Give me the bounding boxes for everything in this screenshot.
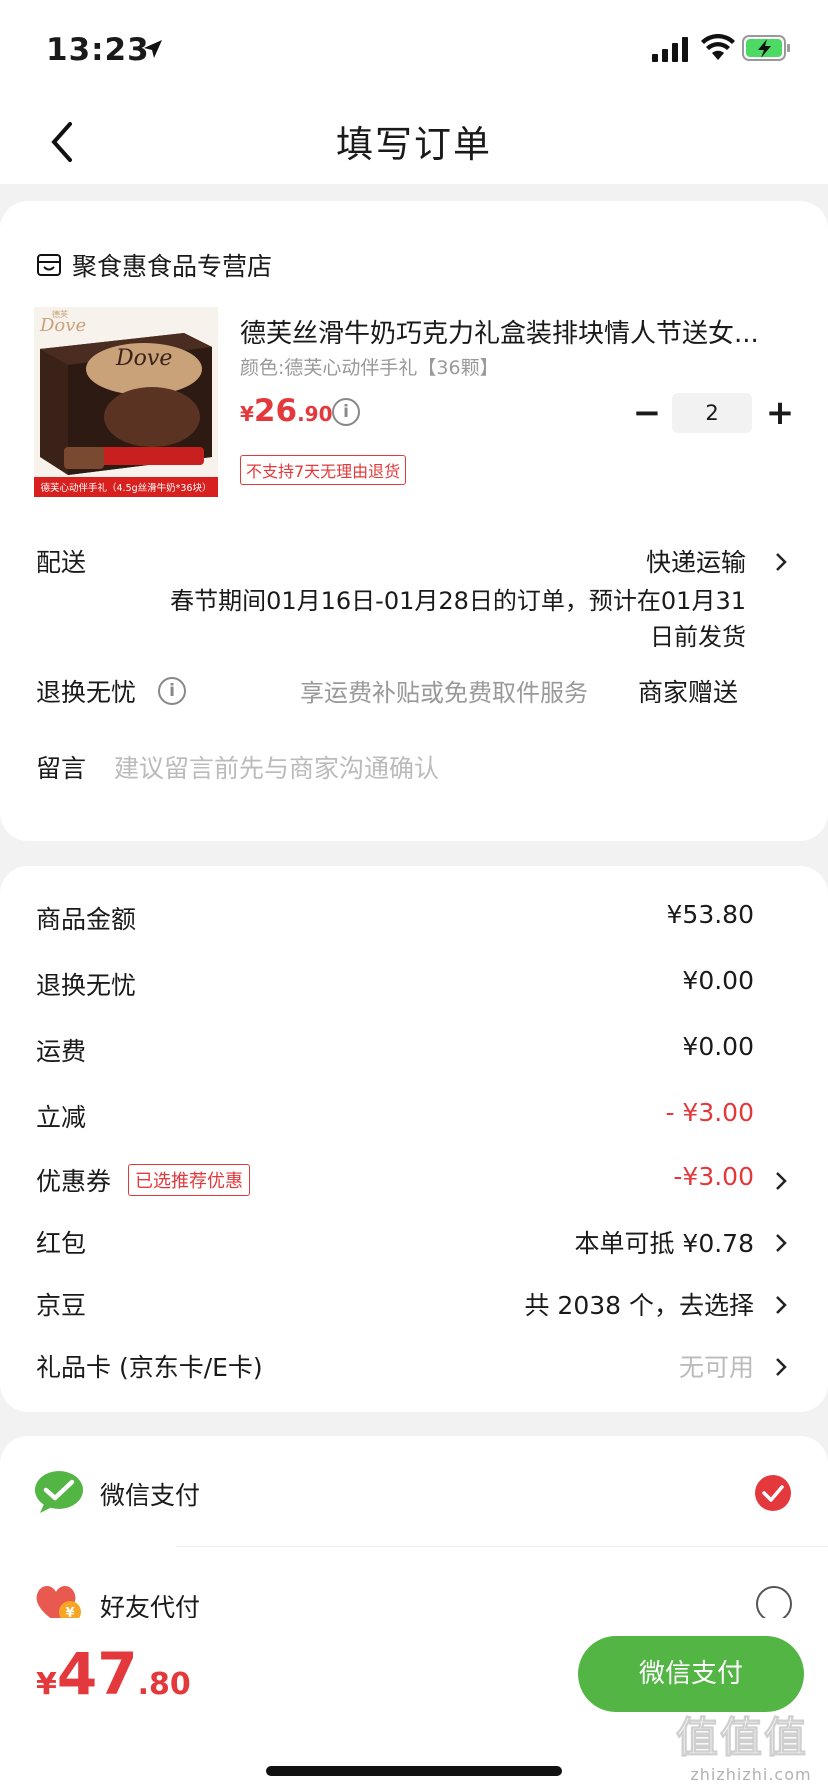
order-product-card: 聚食惠食品专营店 Dove 德芙 Dove 德芙心动伴手礼（4.5g丝滑牛奶*3…: [0, 201, 828, 841]
return-fee-label: 退换无忧: [36, 971, 137, 1000]
location-arrow-icon: [144, 40, 162, 58]
discount-label: 立减: [36, 1103, 87, 1132]
jingdou-label: 京豆: [36, 1291, 87, 1320]
product-spec[interactable]: 颜色:德芙心动伴手礼【36颗】: [240, 353, 499, 380]
jingdou-value[interactable]: 共 2038 个，去选择: [524, 1286, 754, 1322]
total-price: ¥47.80: [36, 1640, 191, 1708]
brand-text-large: Dove: [115, 346, 172, 371]
cellular-signal-icon: [652, 37, 688, 62]
nav-bar: 填写订单: [0, 100, 828, 184]
quantity-plus-button[interactable]: +: [762, 393, 798, 433]
delivery-method[interactable]: 快递运输: [646, 543, 746, 579]
giftcard-label: 礼品卡 (京东卡/E卡): [36, 1353, 263, 1382]
product-image[interactable]: Dove 德芙 Dove 德芙心动伴手礼（4.5g丝滑牛奶*36块）: [34, 307, 218, 497]
delivery-note-line1: 春节期间01月16日-01月28日的订单，预计在01月31: [170, 587, 746, 615]
delivery-chevron-icon[interactable]: [774, 551, 788, 573]
price-summary-card: 商品金额 ¥53.80 退换无忧 ¥0.00 运费 ¥0.00 立减 - ¥3.…: [0, 866, 828, 1412]
total-integer: 47: [56, 1640, 138, 1708]
delivery-note-line2: 日前发货: [650, 623, 746, 651]
store-icon: [37, 254, 61, 276]
price-decimal: .90: [297, 402, 333, 426]
image-caption: 德芙心动伴手礼（4.5g丝滑牛奶*36块）: [41, 482, 212, 494]
message-input[interactable]: 建议留言前先与商家沟通确认: [114, 749, 439, 785]
page-title: 填写订单: [336, 123, 492, 166]
return-service-desc: 享运费补贴或免费取件服务: [300, 679, 588, 707]
coupon-value[interactable]: -¥3.00: [673, 1162, 754, 1191]
total-decimal: .80: [137, 1667, 191, 1702]
payment-divider: [176, 1546, 828, 1547]
return-info-icon[interactable]: i: [158, 677, 186, 705]
total-currency: ¥: [36, 1667, 57, 1702]
giftcard-chevron-icon[interactable]: [774, 1356, 788, 1378]
store-name: 聚食惠食品专营店: [72, 252, 273, 281]
giftcard-value[interactable]: 无可用: [679, 1348, 754, 1384]
price-info-icon[interactable]: i: [332, 398, 360, 426]
redpacket-chevron-icon[interactable]: [774, 1232, 788, 1254]
status-time: 13:23: [46, 32, 150, 68]
home-indicator[interactable]: [266, 1766, 562, 1776]
redpacket-value[interactable]: 本单可抵 ¥0.78: [574, 1224, 754, 1260]
wechat-pay-icon: [35, 1471, 83, 1513]
discount-value: - ¥3.00: [665, 1098, 754, 1127]
coupon-chevron-icon[interactable]: [774, 1170, 788, 1192]
status-bar: 13:23: [0, 0, 828, 100]
redpacket-label: 红包: [36, 1229, 87, 1258]
return-service-label: 退换无忧: [36, 678, 137, 707]
goods-amount-label: 商品金额: [36, 905, 137, 934]
product-title[interactable]: 德芙丝滑牛奶巧克力礼盒装排块情人节送女...: [240, 313, 780, 350]
quantity-minus-button[interactable]: −: [632, 393, 662, 433]
selected-check-icon[interactable]: [754, 1474, 792, 1512]
unselected-radio-icon[interactable]: [756, 1586, 792, 1622]
jingdou-chevron-icon[interactable]: [774, 1294, 788, 1316]
coupon-selected-tag: 已选推荐优惠: [128, 1164, 250, 1196]
quantity-value[interactable]: 2: [672, 393, 752, 433]
chocolate-box-illustration: Dove 德芙 Dove 德芙心动伴手礼（4.5g丝滑牛奶*36块）: [34, 307, 218, 497]
submit-pay-button[interactable]: 微信支付: [578, 1636, 804, 1712]
payment-option-wechat[interactable]: 微信支付: [0, 1436, 828, 1546]
no-return-badge: 不支持7天无理由退货: [240, 455, 407, 485]
price-integer: 26: [253, 393, 298, 429]
freight-value: ¥0.00: [682, 1032, 754, 1061]
freight-label: 运费: [36, 1037, 87, 1066]
delivery-label: 配送: [36, 548, 87, 577]
goods-amount-value: ¥53.80: [666, 900, 754, 929]
watermark-url: zhizhizhi.com: [690, 1765, 812, 1784]
watermark: 值值值 zhizhizhi.com: [676, 1704, 826, 1788]
wechat-pay-label: 微信支付: [100, 1481, 201, 1510]
message-label: 留言: [36, 754, 87, 783]
brand-text-cn: 德芙: [52, 309, 68, 319]
watermark-logo: 值值值: [676, 1713, 809, 1763]
battery-charging-icon: [742, 35, 790, 61]
wifi-icon: [701, 34, 735, 60]
store-header[interactable]: 聚食惠食品专营店: [36, 247, 272, 283]
return-fee-value: ¥0.00: [682, 966, 754, 995]
price-currency: ¥: [240, 402, 254, 426]
unit-price: ¥26.90: [240, 393, 333, 429]
coupon-label: 优惠券: [36, 1167, 112, 1196]
top-bar: 13:23 填写订单: [0, 0, 828, 184]
return-service-value[interactable]: 商家赠送: [638, 673, 738, 709]
